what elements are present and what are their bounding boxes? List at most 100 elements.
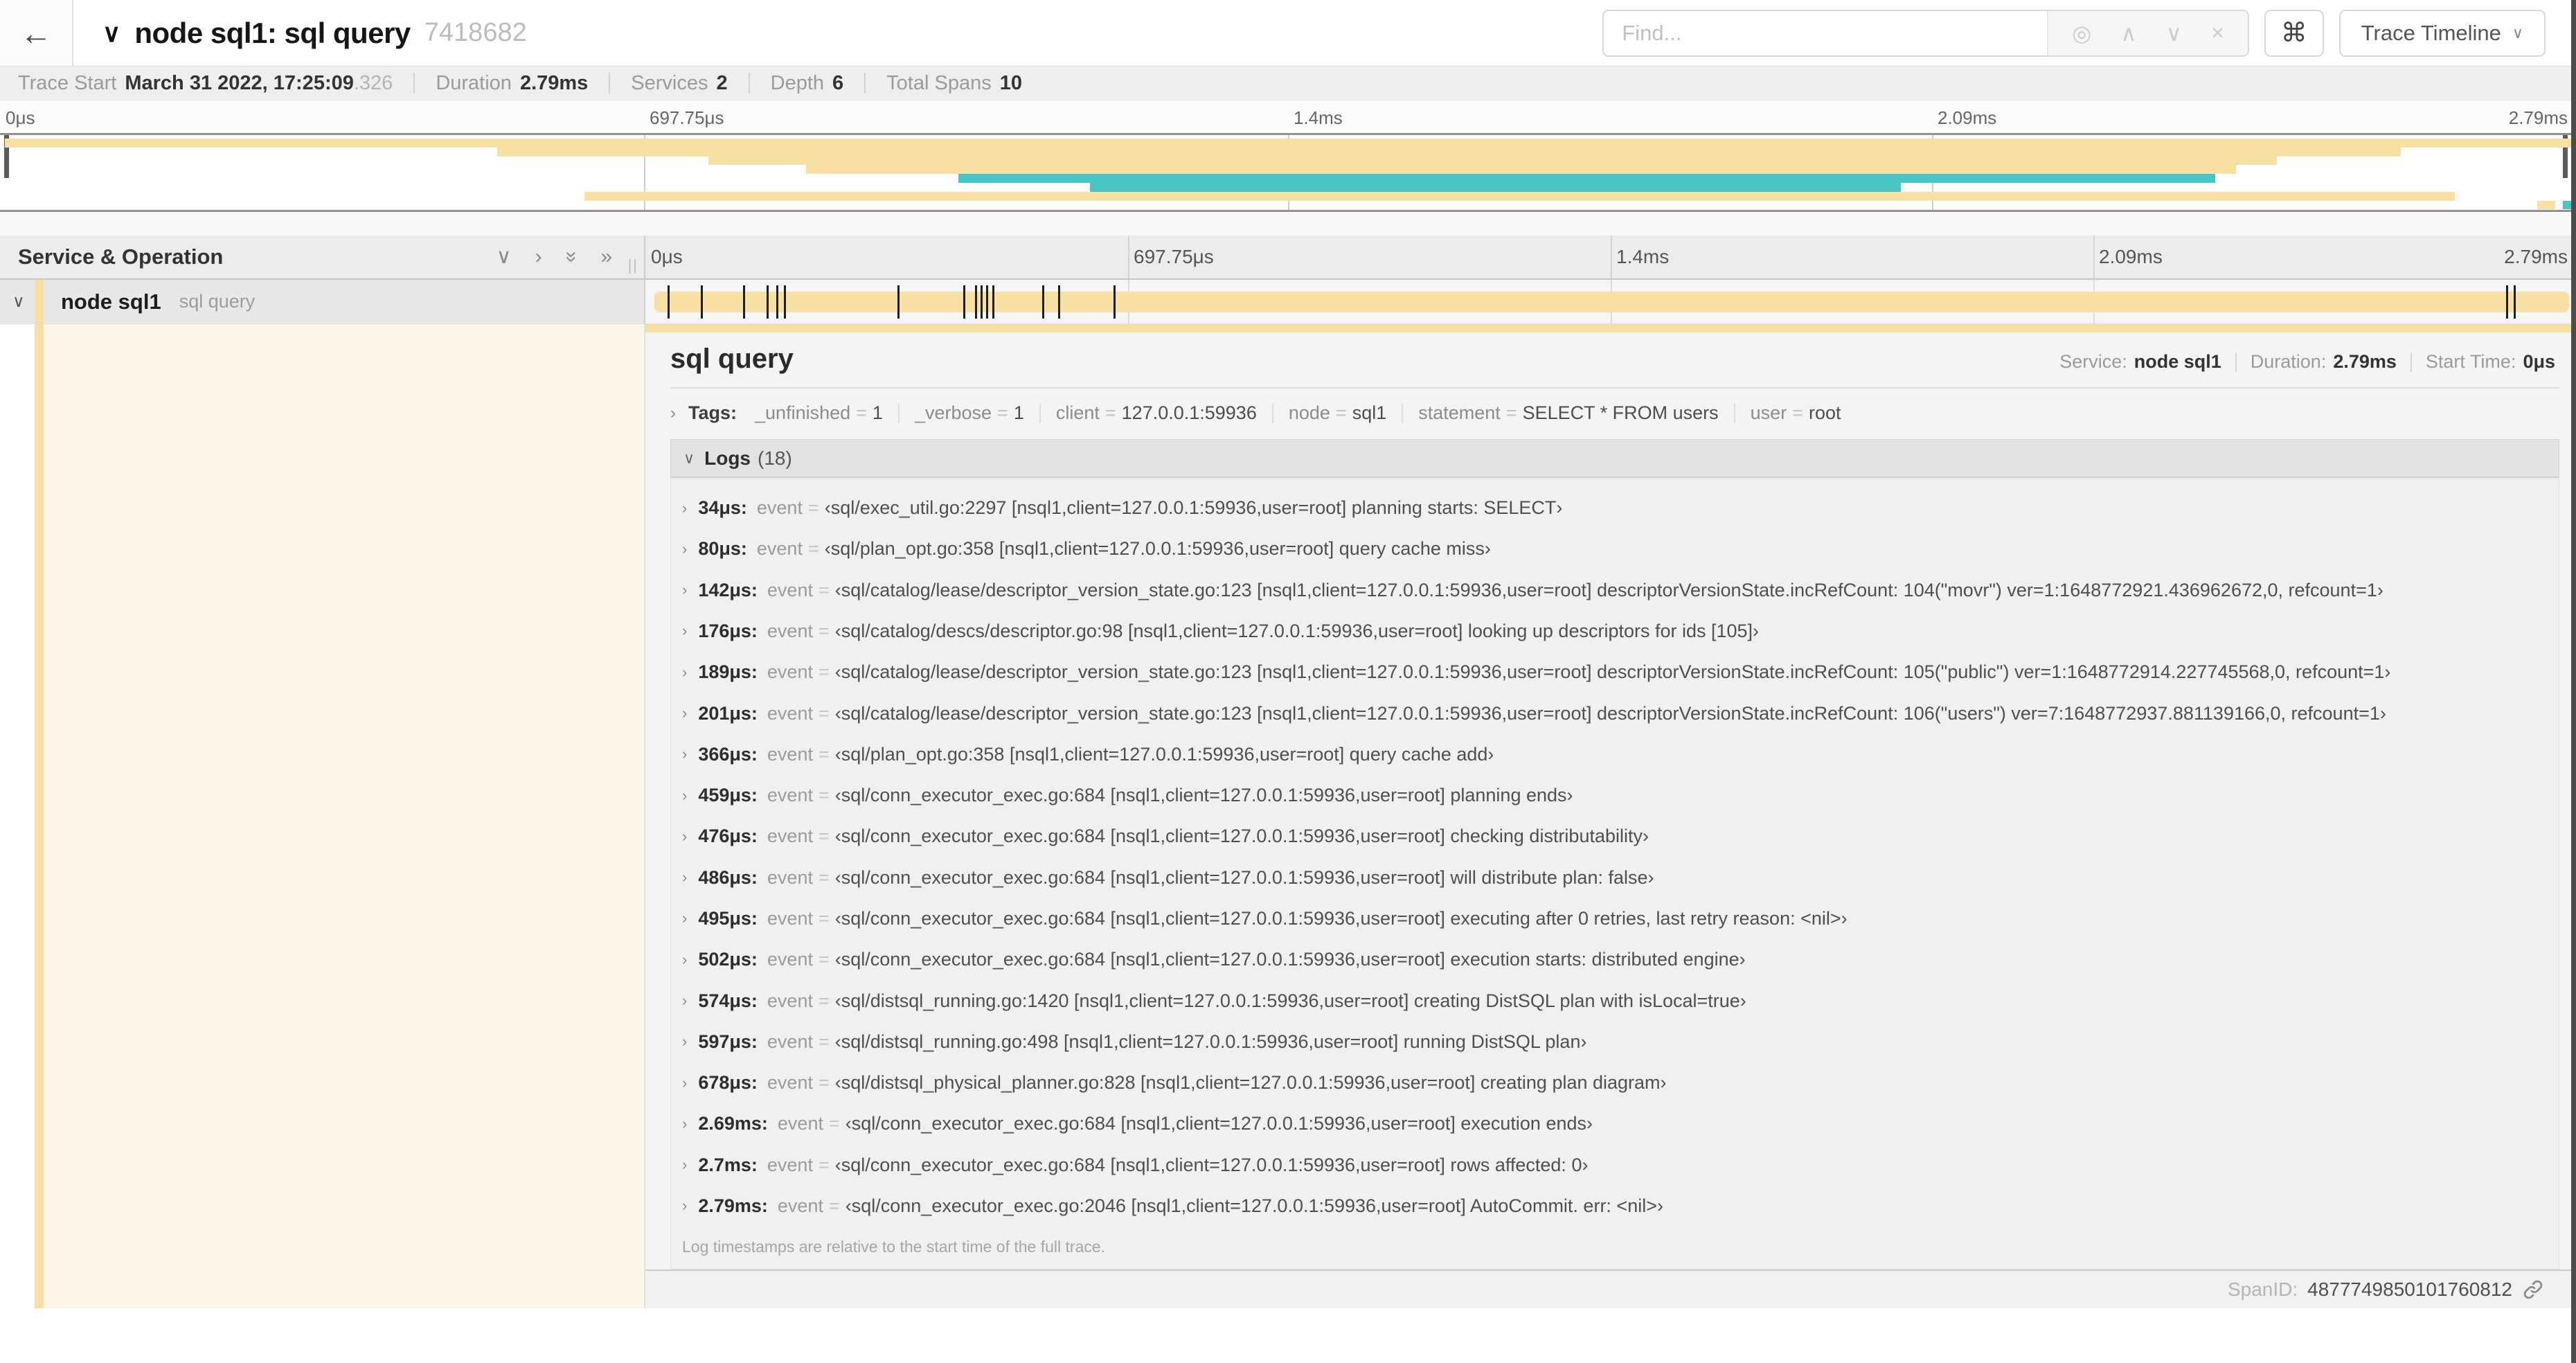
command-icon: ⌘ xyxy=(2280,19,2307,48)
log-row[interactable]: › 459μs: event = ‹sql/conn_executor_exec… xyxy=(671,775,2559,816)
log-row[interactable]: › 366μs: event = ‹sql/plan_opt.go:358 [n… xyxy=(671,734,2559,775)
timeline-minimap[interactable] xyxy=(0,133,2576,212)
locate-icon[interactable]: ◎ xyxy=(2072,20,2091,46)
log-equals: = xyxy=(818,949,830,970)
log-timestamp: 495μs: xyxy=(698,907,758,929)
log-value: ‹sql/conn_executor_exec.go:684 [nsql1,cl… xyxy=(834,785,1573,806)
timeline-header-row: Service & Operation ∨ › » » || 0μs 697.75… xyxy=(0,235,2576,280)
span-bar-track[interactable] xyxy=(645,280,2576,323)
log-row[interactable]: › 201μs: event = ‹sql/catalog/lease/desc… xyxy=(671,693,2559,733)
tree-column xyxy=(0,324,645,1308)
chevron-right-icon: › xyxy=(682,663,688,681)
tag-item[interactable]: statement = SELECT * FROM users xyxy=(1418,402,1718,424)
log-key: event xyxy=(767,1072,813,1094)
tag-item[interactable]: _unfinished = 1 xyxy=(755,402,883,424)
log-value: ‹sql/conn_executor_exec.go:2046 [nsql1,c… xyxy=(845,1195,1663,1216)
log-row[interactable]: › 486μs: event = ‹sql/conn_executor_exec… xyxy=(671,857,2559,898)
logs-footnote: Log timestamps are relative to the start… xyxy=(682,1238,1106,1256)
log-equals: = xyxy=(818,661,830,683)
expand-one-icon[interactable]: › xyxy=(535,247,542,267)
tag-value: 1 xyxy=(1013,402,1024,423)
log-row[interactable]: › 495μs: event = ‹sql/conn_executor_exec… xyxy=(671,898,2559,939)
column-resizer-grip[interactable]: || xyxy=(628,256,638,274)
log-row[interactable]: › 502μs: event = ‹sql/conn_executor_exec… xyxy=(671,939,2559,980)
minimap-span-bar xyxy=(806,165,2236,175)
chevron-right-icon: › xyxy=(682,1033,688,1051)
span-collapse-chevron-icon[interactable]: ∨ xyxy=(12,292,25,312)
log-timestamp: 201μs: xyxy=(698,702,758,724)
log-timestamp: 176μs: xyxy=(698,620,758,641)
divider xyxy=(1733,403,1735,423)
chevron-right-icon: › xyxy=(682,1197,688,1215)
log-key: event xyxy=(777,1195,823,1216)
chevron-right-icon: › xyxy=(682,786,688,804)
ruler-tick-label: 697.75μs xyxy=(1134,246,1214,267)
log-row[interactable]: › 678μs: event = ‹sql/distsql_physical_p… xyxy=(671,1062,2559,1103)
tag-equals: = xyxy=(1335,402,1347,423)
copy-link-icon[interactable] xyxy=(2522,1279,2544,1301)
find-input[interactable] xyxy=(1604,10,2048,55)
tag-item[interactable]: user = root xyxy=(1751,402,1841,424)
tag-key: _unfinished xyxy=(755,402,851,423)
span-detail-title: sql query xyxy=(670,344,794,374)
log-equals: = xyxy=(828,1113,840,1134)
span-detail-area: sql query Service: node sql1 Duration: 2… xyxy=(0,324,2576,1308)
minimap-span-bar xyxy=(708,156,2278,166)
span-name-cell[interactable]: ∨ node sql1 sql query xyxy=(0,280,645,323)
duration-value: 2.79ms xyxy=(519,71,589,94)
tag-item[interactable]: node = sql1 xyxy=(1289,402,1386,424)
log-equals: = xyxy=(818,866,830,888)
logs-list: › 34μs: event = ‹sql/exec_util.go:2297 [… xyxy=(670,478,2559,1270)
log-equals: = xyxy=(818,907,830,929)
logs-count: (18) xyxy=(758,447,792,469)
logs-header[interactable]: ∨ Logs (18) xyxy=(670,439,2559,478)
chevron-right-icon: › xyxy=(682,745,688,763)
log-key: event xyxy=(767,620,813,641)
prev-match-icon[interactable]: ∧ xyxy=(2120,20,2136,46)
services-value: 2 xyxy=(716,71,728,94)
chevron-right-icon: › xyxy=(682,704,688,722)
log-row[interactable]: › 476μs: event = ‹sql/conn_executor_exec… xyxy=(671,816,2559,857)
trace-stats-bar: Trace Start March 31 2022, 17:25:09 .326… xyxy=(0,66,2576,100)
span-detail-meta: Service: node sql1 Duration: 2.79ms Star… xyxy=(2059,351,2559,373)
span-color-strip xyxy=(35,324,44,1308)
back-button[interactable]: ← xyxy=(0,0,73,66)
next-match-icon[interactable]: ∨ xyxy=(2166,20,2182,46)
span-duration-bar[interactable] xyxy=(654,292,2570,312)
span-detail-title-row[interactable]: sql query Service: node sql1 Duration: 2… xyxy=(670,344,2559,375)
span-detail-footer: SpanID: 4877749850101760812 xyxy=(645,1271,2576,1308)
tags-row[interactable]: › Tags: _unfinished = 1 _verbose = 1 client =… xyxy=(670,402,2559,424)
chevron-right-icon: › xyxy=(682,950,688,968)
clear-search-icon[interactable]: × xyxy=(2211,20,2224,46)
divider xyxy=(1402,403,1404,423)
tag-item[interactable]: _verbose = 1 xyxy=(915,402,1024,424)
log-row[interactable]: › 189μs: event = ‹sql/catalog/lease/desc… xyxy=(671,652,2559,693)
log-timestamp: 502μs: xyxy=(698,949,758,970)
collapse-one-icon[interactable]: ∨ xyxy=(497,247,512,267)
log-row[interactable]: › 574μs: event = ‹sql/distsql_running.go… xyxy=(671,980,2559,1021)
keyboard-shortcuts-button[interactable]: ⌘ xyxy=(2264,9,2324,57)
log-row[interactable]: › 176μs: event = ‹sql/catalog/descs/desc… xyxy=(671,611,2559,652)
spanid-value: 4877749850101760812 xyxy=(2307,1279,2512,1300)
log-row[interactable]: › 142μs: event = ‹sql/catalog/lease/desc… xyxy=(671,570,2559,611)
log-row[interactable]: › 2.79ms: event = ‹sql/conn_executor_exe… xyxy=(671,1186,2559,1227)
log-row[interactable]: › 597μs: event = ‹sql/distsql_running.go… xyxy=(671,1022,2559,1062)
log-row[interactable]: › 80μs: event = ‹sql/plan_opt.go:358 [ns… xyxy=(671,528,2559,569)
log-row[interactable]: › 2.69ms: event = ‹sql/conn_executor_exe… xyxy=(671,1103,2559,1144)
log-row[interactable]: › 2.7ms: event = ‹sql/conn_executor_exec… xyxy=(671,1145,2559,1186)
find-buttons: ◎ ∧ ∨ × xyxy=(2047,10,2248,55)
header-collapse-chevron-icon[interactable]: ∨ xyxy=(102,19,120,48)
log-key: event xyxy=(756,497,803,519)
ruler-tick-label: 2.79ms xyxy=(2504,246,2568,267)
log-value: ‹sql/conn_executor_exec.go:684 [nsql1,cl… xyxy=(834,949,1746,970)
log-equals: = xyxy=(818,579,830,600)
tag-key: statement xyxy=(1418,402,1501,423)
tag-item[interactable]: client = 127.0.0.1:59936 xyxy=(1056,402,1257,424)
collapse-all-icon[interactable]: » xyxy=(560,251,583,263)
expand-all-icon[interactable]: » xyxy=(600,247,612,267)
trace-start-value: March 31 2022, 17:25:09 xyxy=(125,71,354,94)
tag-equals: = xyxy=(1792,402,1803,423)
trace-view-selector[interactable]: Trace Timeline ∨ xyxy=(2338,9,2546,57)
log-row[interactable]: › 34μs: event = ‹sql/exec_util.go:2297 [… xyxy=(671,488,2559,528)
tree-controls: ∨ › » » xyxy=(497,247,644,267)
